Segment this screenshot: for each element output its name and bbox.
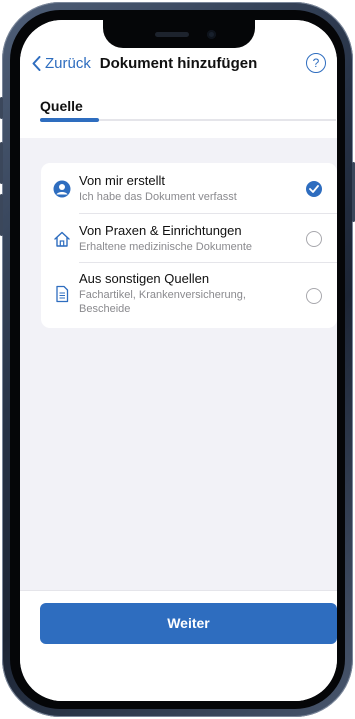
option-von-praxen[interactable]: Von Praxen & Einrichtungen Erhaltene med… [41, 214, 337, 262]
radio-unchecked-icon[interactable] [306, 231, 322, 247]
option-title: Von mir erstellt [79, 173, 165, 188]
speaker-grill [155, 32, 189, 37]
volume-up-button [0, 142, 3, 184]
option-title: Aus sonstigen Quellen [79, 271, 210, 286]
person-icon [53, 180, 71, 198]
app-screen: Zurück Dokument hinzufügen ? Quelle Von … [20, 20, 337, 701]
next-button[interactable]: Weiter [40, 603, 337, 644]
option-sonstige-quellen[interactable]: Aus sonstigen Quellen Fachartikel, Krank… [41, 263, 337, 328]
document-icon [53, 285, 71, 303]
step-label: Quelle [40, 98, 83, 114]
mute-switch [0, 97, 3, 119]
volume-down-button [0, 194, 3, 236]
help-icon[interactable]: ? [306, 53, 326, 73]
footer: Weiter [20, 590, 337, 701]
option-von-mir-erstellt[interactable]: Von mir erstellt Ich habe das Dokument v… [41, 163, 337, 213]
option-title: Von Praxen & Einrichtungen [79, 223, 242, 238]
page-title: Dokument hinzufügen [99, 55, 258, 72]
progress-bar [40, 118, 336, 122]
navigation-bar: Zurück Dokument hinzufügen ? [20, 53, 337, 76]
source-options-card: Von mir erstellt Ich habe das Dokument v… [41, 163, 337, 328]
notch [103, 20, 255, 48]
radio-checked-icon[interactable] [306, 181, 322, 197]
option-subtitle: Erhaltene medizinische Dokumente [79, 241, 253, 253]
phone-frame: Zurück Dokument hinzufügen ? Quelle Von … [0, 2, 355, 717]
progress-fill [40, 118, 100, 122]
front-camera [207, 30, 216, 39]
option-subtitle: Ich habe das Dokument verfasst [79, 191, 237, 203]
radio-unchecked-icon[interactable] [306, 288, 322, 304]
option-subtitle: Fachartikel, Krankenversicherung, Besche… [79, 289, 246, 315]
house-icon [53, 230, 71, 248]
